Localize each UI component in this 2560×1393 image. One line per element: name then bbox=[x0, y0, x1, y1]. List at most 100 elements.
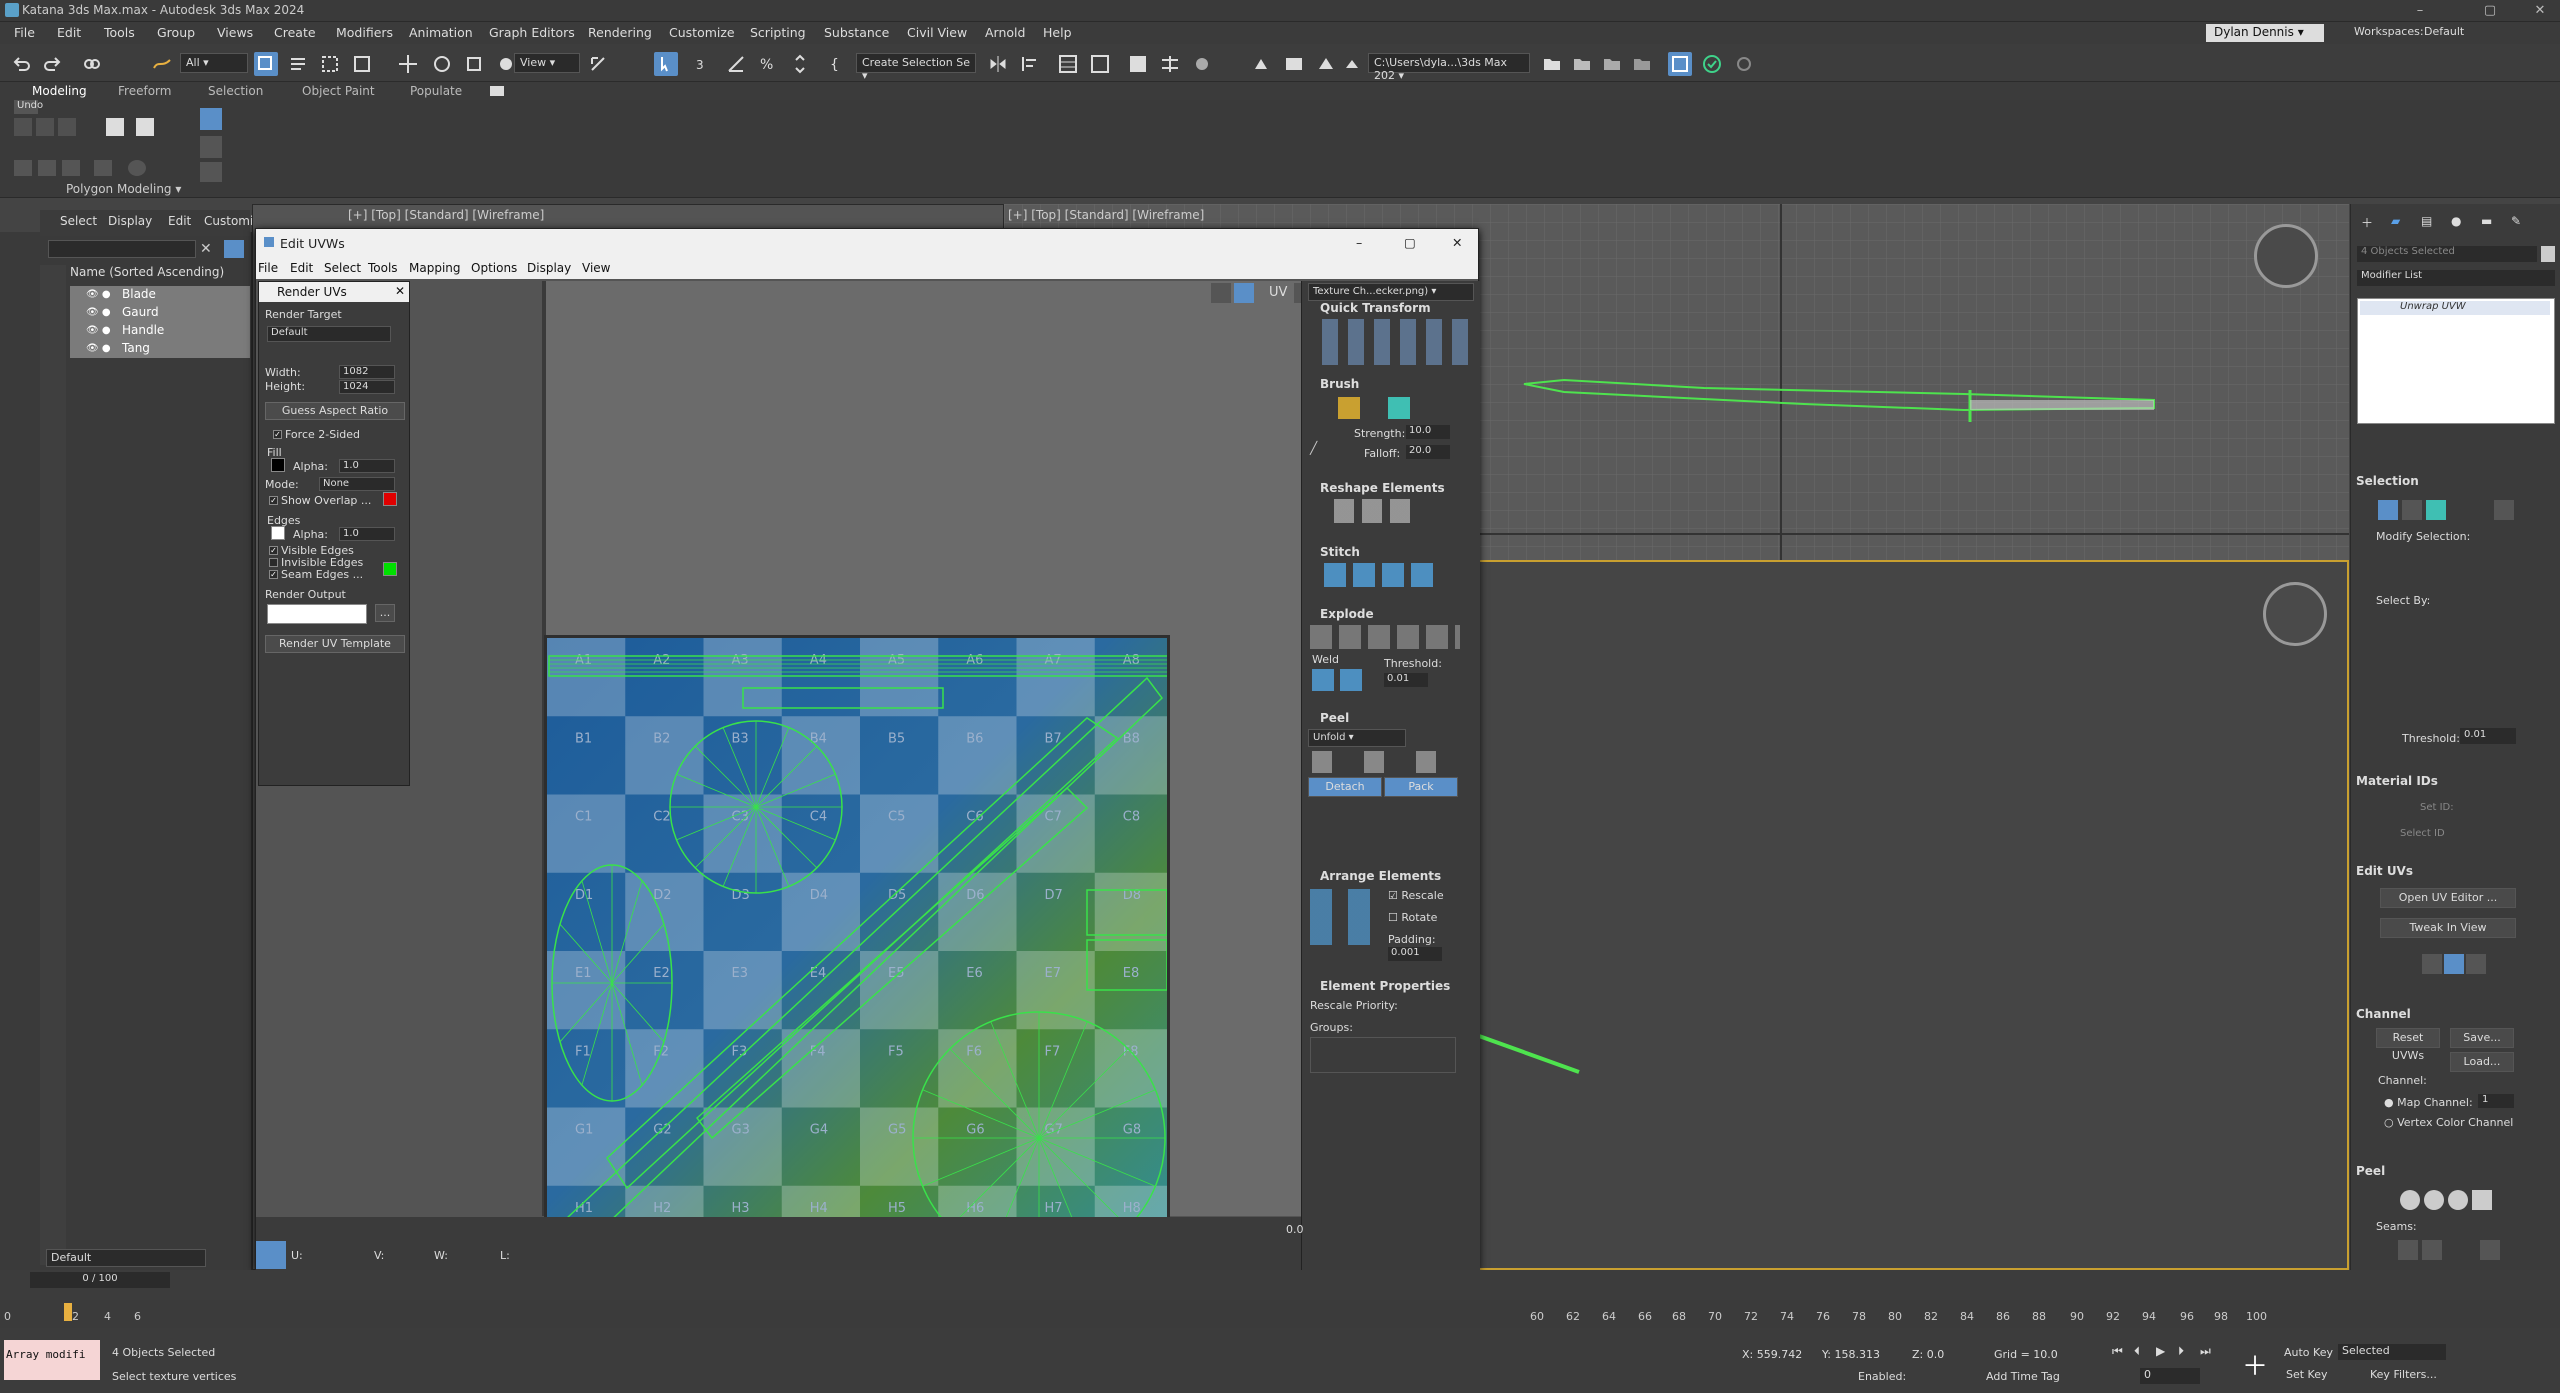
uv-bottom-tool-icon[interactable] bbox=[256, 1241, 286, 1269]
maximize-button[interactable]: ▢ bbox=[2470, 0, 2510, 22]
falloff-input[interactable]: 20.0 bbox=[1406, 445, 1450, 459]
uv-menu-edit[interactable]: Edit bbox=[290, 261, 313, 275]
brush-paint-icon[interactable] bbox=[1338, 397, 1360, 419]
texture-dropdown[interactable]: Texture Ch...ecker.png) ▾ bbox=[1308, 283, 1474, 301]
reset-uvws-button[interactable]: Reset UVWs bbox=[2376, 1028, 2440, 1062]
uv-view-toggle-icon[interactable] bbox=[1211, 283, 1231, 303]
schematic-view-icon[interactable] bbox=[1158, 52, 1182, 76]
edge-color-swatch[interactable] bbox=[271, 526, 285, 540]
padding-input[interactable]: 0.001 bbox=[1388, 947, 1442, 961]
brush-rollout[interactable]: Brush bbox=[1320, 377, 1359, 391]
vertex-color-radio[interactable]: ○ Vertex Color Channel bbox=[2384, 1116, 2513, 1129]
uv-tool-2-icon[interactable] bbox=[2444, 954, 2464, 974]
polygon-select-icon[interactable] bbox=[2426, 500, 2446, 520]
folder-icon[interactable] bbox=[1540, 52, 1564, 76]
align-icon[interactable] bbox=[1018, 52, 1042, 76]
modify-tab-icon[interactable]: ▰ bbox=[2391, 214, 2400, 228]
peel-tools[interactable] bbox=[1312, 751, 1466, 773]
rotate-checkbox[interactable]: ☐ Rotate bbox=[1388, 911, 1437, 924]
seam-tool-2-icon[interactable] bbox=[2422, 1240, 2442, 1260]
pin-tool-icon[interactable] bbox=[2472, 1190, 2492, 1210]
uv-minimize-button[interactable]: – bbox=[1356, 235, 1362, 250]
visibility-eye-icon[interactable]: 👁 ● bbox=[86, 289, 111, 300]
uv-tool-3-icon[interactable] bbox=[2466, 954, 2486, 974]
selection-count-field[interactable]: 4 Objects Selected bbox=[2357, 246, 2537, 262]
scene-menu-select[interactable]: Select bbox=[60, 214, 97, 228]
overlap-color-swatch[interactable] bbox=[383, 492, 397, 506]
tweak-in-view-button[interactable]: Tweak In View bbox=[2380, 918, 2516, 938]
time-slider[interactable]: 0 / 100 bbox=[30, 1272, 170, 1288]
weld-tools[interactable] bbox=[1312, 669, 1362, 691]
motion-tab-icon[interactable]: ● bbox=[2451, 214, 2461, 228]
viewport-left-label[interactable]: [+] [Top] [Standard] [Wireframe] bbox=[348, 208, 544, 222]
timeline-track[interactable] bbox=[0, 1300, 2560, 1328]
percent-snap-icon[interactable]: % bbox=[756, 52, 780, 76]
rotate-icon[interactable] bbox=[430, 52, 454, 76]
y-value[interactable]: 158.313 bbox=[1834, 1348, 1880, 1361]
edit-uvs-rollout[interactable]: Edit UVs bbox=[2356, 864, 2413, 878]
display-tab-icon[interactable]: ▬ bbox=[2481, 214, 2492, 228]
set-key-button[interactable]: Set Key bbox=[2286, 1368, 2328, 1381]
polygon-modeling-panel-label[interactable]: Polygon Modeling ▾ bbox=[66, 182, 181, 196]
brush-relax-icon[interactable] bbox=[1388, 397, 1410, 419]
open-uv-editor-button[interactable]: Open UV Editor ... bbox=[2380, 888, 2516, 908]
key-set-dropdown[interactable]: Selected bbox=[2338, 1344, 2446, 1360]
user-account-button[interactable]: Dylan Dennis ▾ bbox=[2206, 24, 2324, 42]
snaps-toggle-icon[interactable]: 3 bbox=[692, 52, 716, 76]
render-iterative-icon[interactable] bbox=[1340, 52, 1364, 76]
render-target-dropdown[interactable]: Default bbox=[267, 326, 391, 342]
object-color-swatch[interactable] bbox=[2541, 246, 2555, 262]
tab-selection[interactable]: Selection bbox=[208, 84, 263, 98]
render-output-field[interactable] bbox=[267, 604, 367, 624]
ribbon-tool-2-icon[interactable] bbox=[38, 160, 56, 176]
render-output-browse-button[interactable]: ... bbox=[375, 604, 395, 622]
uv-mode-label[interactable]: UV bbox=[1269, 285, 1287, 300]
add-time-tag-button[interactable]: Add Time Tag bbox=[1986, 1370, 2060, 1383]
reference-coordinate-dropdown[interactable]: View ▾ bbox=[514, 53, 580, 73]
uv-menu-display[interactable]: Display bbox=[527, 261, 571, 275]
quick-transform-rollout[interactable]: Quick Transform bbox=[1320, 301, 1431, 315]
next-frame-icon[interactable]: ⏵ bbox=[2178, 1344, 2184, 1359]
invisible-edges-checkbox[interactable] bbox=[269, 558, 278, 567]
auto-key-button[interactable]: Auto Key bbox=[2284, 1346, 2333, 1359]
polygon-mode-icon[interactable] bbox=[106, 118, 124, 136]
threshold-input[interactable]: 0.01 bbox=[2460, 728, 2516, 744]
check-icon[interactable] bbox=[1700, 52, 1724, 76]
hierarchy-tab-icon[interactable]: ▤ bbox=[2421, 214, 2432, 228]
workspaces-dropdown[interactable]: Default bbox=[2424, 25, 2464, 38]
mirror-icon[interactable] bbox=[986, 52, 1010, 76]
window-crossing-icon[interactable] bbox=[350, 52, 374, 76]
viewport-top-label[interactable]: [+] [Top] [Standard] [Wireframe] bbox=[1008, 208, 1204, 222]
explode-tools[interactable] bbox=[1310, 625, 1460, 649]
material-editor-icon[interactable] bbox=[1190, 52, 1214, 76]
visibility-eye-icon[interactable]: 👁 ● bbox=[86, 307, 111, 318]
viewcube-perspective[interactable] bbox=[2263, 582, 2327, 646]
menu-group[interactable]: Group bbox=[157, 25, 195, 40]
layer-dropdown[interactable]: Default bbox=[46, 1249, 206, 1267]
viewcube-top[interactable] bbox=[2254, 224, 2318, 288]
strength-input[interactable]: 10.0 bbox=[1406, 425, 1450, 439]
vertex-mode-icon[interactable] bbox=[36, 118, 54, 136]
load-uvws-button[interactable]: Load... bbox=[2450, 1052, 2514, 1072]
menu-customize[interactable]: Customize bbox=[669, 25, 735, 40]
scene-search-input[interactable] bbox=[48, 240, 196, 258]
reshape-tools[interactable] bbox=[1334, 499, 1410, 523]
link-icon[interactable] bbox=[80, 52, 104, 76]
rendered-frame-window-icon[interactable] bbox=[1282, 52, 1306, 76]
mode-dropdown[interactable]: None bbox=[319, 477, 395, 491]
rectangular-selection-icon[interactable] bbox=[318, 52, 342, 76]
height-input[interactable]: 1024 bbox=[339, 380, 395, 394]
visibility-eye-icon[interactable]: 👁 ● bbox=[86, 325, 111, 336]
map-channel-input[interactable]: 1 bbox=[2478, 1094, 2514, 1108]
set-key-plus-icon[interactable]: ＋ bbox=[2240, 1346, 2270, 1382]
uv-maximize-button[interactable]: ▢ bbox=[1404, 235, 1416, 250]
filter-icon[interactable] bbox=[224, 240, 244, 258]
scene-menu-edit[interactable]: Edit bbox=[168, 214, 191, 228]
uv-menu-options[interactable]: Options bbox=[471, 261, 517, 275]
render-uv-template-button[interactable]: Render UV Template bbox=[265, 635, 405, 653]
peel-mode-dropdown[interactable]: Unfold ▾ bbox=[1308, 729, 1406, 747]
angle-snap-icon[interactable] bbox=[724, 52, 748, 76]
project-path-dropdown[interactable]: C:\Users\dyla...\3ds Max 202 ▾ bbox=[1368, 53, 1530, 82]
play-icon[interactable]: ▶ bbox=[2156, 1344, 2165, 1358]
ribbon-side2-icon[interactable] bbox=[200, 162, 222, 182]
